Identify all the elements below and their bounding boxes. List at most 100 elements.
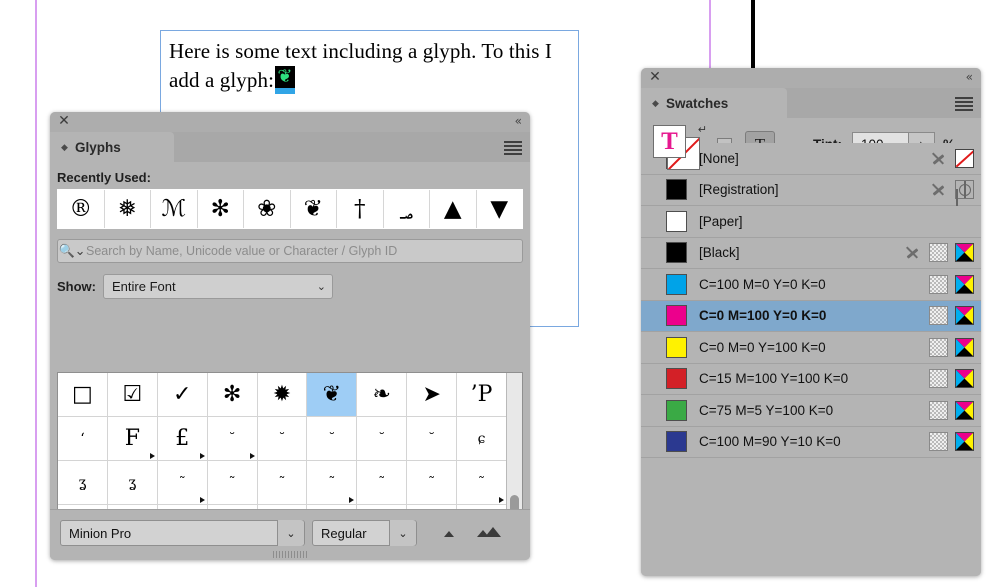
swatch-row[interactable]: C=100 M=0 Y=0 K=0 (641, 269, 981, 301)
swatch-color-chip (666, 400, 687, 421)
glyph-cell[interactable]: ˘ (407, 417, 456, 460)
glyphs-tab-row: ◆ Glyphs (50, 132, 530, 162)
glyph-cell[interactable]: ˜ (307, 461, 356, 504)
glyph-cell[interactable]: ✓ (158, 373, 207, 416)
glyph-cell-char: ʓ (128, 475, 136, 491)
canvas-guide-left (35, 0, 37, 587)
glyph-cell[interactable]: ˜ (158, 461, 207, 504)
panel-menu-icon[interactable] (955, 97, 973, 109)
swatch-row[interactable]: C=0 M=100 Y=0 K=0 (641, 301, 981, 333)
glyph-cell[interactable]: ˘ (208, 417, 257, 460)
swatch-name: C=15 M=100 Y=100 K=0 (699, 371, 848, 386)
swatch-row[interactable]: C=15 M=100 Y=100 K=0 (641, 364, 981, 396)
recent-glyph-cell[interactable]: ؃ (384, 190, 431, 228)
tab-swatches[interactable]: ◆ Swatches (641, 88, 787, 118)
glyph-cell-char: ˜ (179, 475, 186, 491)
halftone-pattern-icon (929, 369, 948, 388)
halftone-pattern-icon (929, 306, 948, 325)
swatches-list[interactable]: [None][Registration][Paper][Black]C=100 … (641, 143, 981, 576)
glyph-cell-char: ’P (471, 382, 493, 407)
halftone-pattern-icon (929, 243, 948, 262)
swatch-row[interactable]: [Registration] (641, 175, 981, 207)
glyph-cell[interactable]: □ (58, 373, 107, 416)
glyph-cell[interactable]: ɕ (457, 417, 506, 460)
swatch-row[interactable]: C=100 M=90 Y=10 K=0 (641, 427, 981, 459)
recent-glyph-cell[interactable]: ✻ (198, 190, 245, 228)
search-input[interactable]: 🔍⌄ Search by Name, Unicode value or Char… (57, 239, 523, 263)
recent-glyph-cell[interactable]: ▼ (477, 190, 523, 228)
swatch-row[interactable]: [Black] (641, 238, 981, 270)
glyph-cell[interactable]: ➤ (407, 373, 456, 416)
non-editable-swatch-icon (929, 180, 948, 199)
fill-swatch-proxy[interactable]: T (653, 125, 686, 158)
non-editable-swatch-icon (903, 243, 922, 262)
glyph-cell-char: ˘ (428, 431, 435, 447)
glyph-cell-char: F (125, 426, 140, 451)
glyph-cell[interactable]: ˜ (357, 461, 406, 504)
font-style-select[interactable]: Regular ⌄ (312, 520, 417, 546)
glyph-cell[interactable]: ˘ (307, 417, 356, 460)
glyph-cell[interactable]: ’P (457, 373, 506, 416)
glyph-cell[interactable]: ✹ (258, 373, 307, 416)
swatch-color-chip (666, 179, 687, 200)
glyph-cell[interactable]: ʓ (108, 461, 157, 504)
recently-used-row: ®❅ℳ✻❀❦†؃▲▼ (57, 189, 523, 229)
glyph-cell-char: ˘ (229, 431, 236, 447)
swatch-row-icons (922, 395, 974, 426)
search-placeholder: Search by Name, Unicode value or Charact… (86, 244, 397, 258)
glyph-cell[interactable]: ˘ (357, 417, 406, 460)
collapse-icon[interactable]: « (966, 70, 973, 84)
swatch-row[interactable]: C=75 M=5 Y=100 K=0 (641, 395, 981, 427)
glyph-cell[interactable]: ˜ (407, 461, 456, 504)
glyph-cell[interactable]: ʻ (58, 417, 107, 460)
glyph-cell[interactable]: ˜ (208, 461, 257, 504)
swatch-name: C=0 M=0 Y=100 K=0 (699, 340, 826, 355)
collapse-icon[interactable]: « (515, 114, 522, 128)
recent-glyph-cell[interactable]: ❅ (105, 190, 152, 228)
recent-glyph-cell[interactable]: ❦ (291, 190, 338, 228)
close-icon[interactable]: ✕ (648, 70, 662, 84)
glyph-cell[interactable]: ˜ (457, 461, 506, 504)
chevron-down-icon[interactable]: ⌄ (389, 520, 416, 546)
panel-menu-icon[interactable] (504, 141, 522, 153)
glyph-cell[interactable]: F (108, 417, 157, 460)
show-select[interactable]: Entire Font ⌄ (103, 274, 333, 299)
recent-glyph-cell[interactable]: ® (58, 190, 105, 228)
text-frame-content: Here is some text including a glyph. To … (161, 31, 578, 95)
cmyk-color-mode-icon (955, 401, 974, 420)
glyph-cell[interactable]: ☑ (108, 373, 157, 416)
text-line-1: Here is some text including a glyph. To … (169, 39, 552, 63)
glyph-alternates-indicator-icon (200, 497, 205, 503)
chevron-down-icon[interactable]: ⌄ (277, 520, 304, 546)
glyph-alternates-indicator-icon (349, 497, 354, 503)
close-icon[interactable]: ✕ (57, 114, 71, 128)
cmyk-color-mode-icon (955, 338, 974, 357)
glyph-cell-char: ✹ (273, 382, 291, 407)
swatch-row-icons (922, 143, 974, 174)
swap-fill-stroke-icon[interactable]: ↵ (698, 123, 707, 136)
tab-glyphs[interactable]: ◆ Glyphs (50, 132, 174, 162)
swatch-row[interactable]: [Paper] (641, 206, 981, 238)
glyph-cell[interactable]: ˘ (258, 417, 307, 460)
glyphs-panel-footer: Minion Pro ⌄ Regular ⌄ (50, 509, 530, 560)
recent-glyph-cell[interactable]: ❀ (244, 190, 291, 228)
glyph-cell[interactable]: £ (158, 417, 207, 460)
glyph-cell[interactable]: ˜ (258, 461, 307, 504)
recent-glyph-cell[interactable]: ℳ (151, 190, 198, 228)
glyph-size-decrease-icon[interactable] (438, 526, 460, 545)
font-family-select[interactable]: Minion Pro ⌄ (60, 520, 305, 546)
glyph-alternates-indicator-icon (150, 453, 155, 459)
recent-glyph-cell[interactable]: ▲ (430, 190, 477, 228)
swatch-color-chip (666, 368, 687, 389)
glyph-cell[interactable]: ❧ (357, 373, 406, 416)
glyph-cell-char: ❦ (323, 382, 341, 407)
glyph-size-increase-icon[interactable] (473, 524, 503, 545)
glyph-cell[interactable]: ✻ (208, 373, 257, 416)
recently-used-label: Recently Used: (50, 162, 530, 189)
recent-glyph-cell[interactable]: † (337, 190, 384, 228)
glyph-cell[interactable]: ʓ (58, 461, 107, 504)
panel-resize-grip[interactable] (273, 551, 307, 558)
inserted-glyph-selected[interactable]: ❦ (275, 66, 295, 94)
glyph-cell[interactable]: ❦ (307, 373, 356, 416)
swatch-row[interactable]: C=0 M=0 Y=100 K=0 (641, 332, 981, 364)
